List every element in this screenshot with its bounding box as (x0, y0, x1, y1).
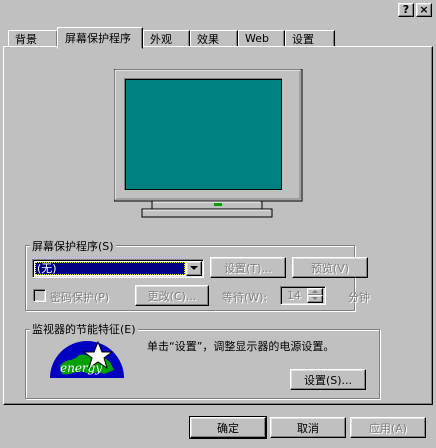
screensaver-settings-button[interactable]: 设置(T)... (210, 257, 286, 278)
tab-settings-label: 设置 (292, 32, 314, 46)
minutes-label: 分钟 (348, 291, 370, 304)
stepper-down-icon[interactable] (307, 295, 323, 303)
tab-web-label: Web (245, 32, 269, 45)
energy-logo-text: energy (60, 361, 102, 375)
preview-button[interactable]: 预览(V) (292, 257, 368, 278)
apply-button[interactable]: 应用(A) (350, 417, 426, 438)
tab-screensaver[interactable]: 屏幕保护程序 (57, 27, 143, 49)
tab-screensaver-label: 屏幕保护程序 (65, 32, 131, 45)
monitor-icon (114, 69, 303, 218)
tab-web[interactable]: Web (238, 30, 285, 47)
cancel-button[interactable]: 取消 (270, 417, 346, 438)
wait-label: 等待(W): (222, 291, 268, 304)
screensaver-group-label: 屏幕保护程序(S) (30, 238, 116, 254)
wait-value: 14 (287, 289, 301, 302)
ok-button[interactable]: 确定 (189, 416, 267, 439)
energy-group-label: 监视器的节能特征(E) (30, 321, 138, 337)
password-checkbox-label: 密码保护(P) (50, 291, 110, 304)
energy-star-logo: energy (50, 340, 124, 378)
tab-appearance-label: 外观 (150, 32, 172, 46)
chevron-down-icon[interactable] (186, 261, 202, 276)
energy-description: 单击“设置”，调整显示器的电源设置。 (147, 340, 335, 353)
change-password-button[interactable]: 更改(C)... (135, 285, 209, 306)
tab-appearance[interactable]: 外观 (143, 30, 190, 47)
password-checkbox[interactable] (33, 289, 46, 302)
tab-panel: 屏幕保护程序(S) (无) 设置(T)... 预览(V) 密码保护(P) 更改(… (3, 46, 433, 405)
screensaver-select[interactable]: (无) (32, 259, 204, 278)
screensaver-select-value: (无) (35, 262, 185, 275)
tab-effects-label: 效果 (197, 32, 219, 46)
help-button[interactable]: ? (398, 3, 414, 17)
monitor-screen (126, 80, 281, 189)
tab-background-label: 背景 (15, 32, 37, 46)
wait-stepper[interactable]: 14 (280, 286, 326, 305)
title-bar (0, 0, 436, 22)
close-button[interactable]: × (416, 3, 432, 17)
tab-settings[interactable]: 设置 (285, 30, 335, 47)
energy-settings-button[interactable]: 设置(S)... (290, 369, 366, 390)
tab-background[interactable]: 背景 (8, 30, 58, 47)
tab-effects[interactable]: 效果 (190, 30, 238, 47)
